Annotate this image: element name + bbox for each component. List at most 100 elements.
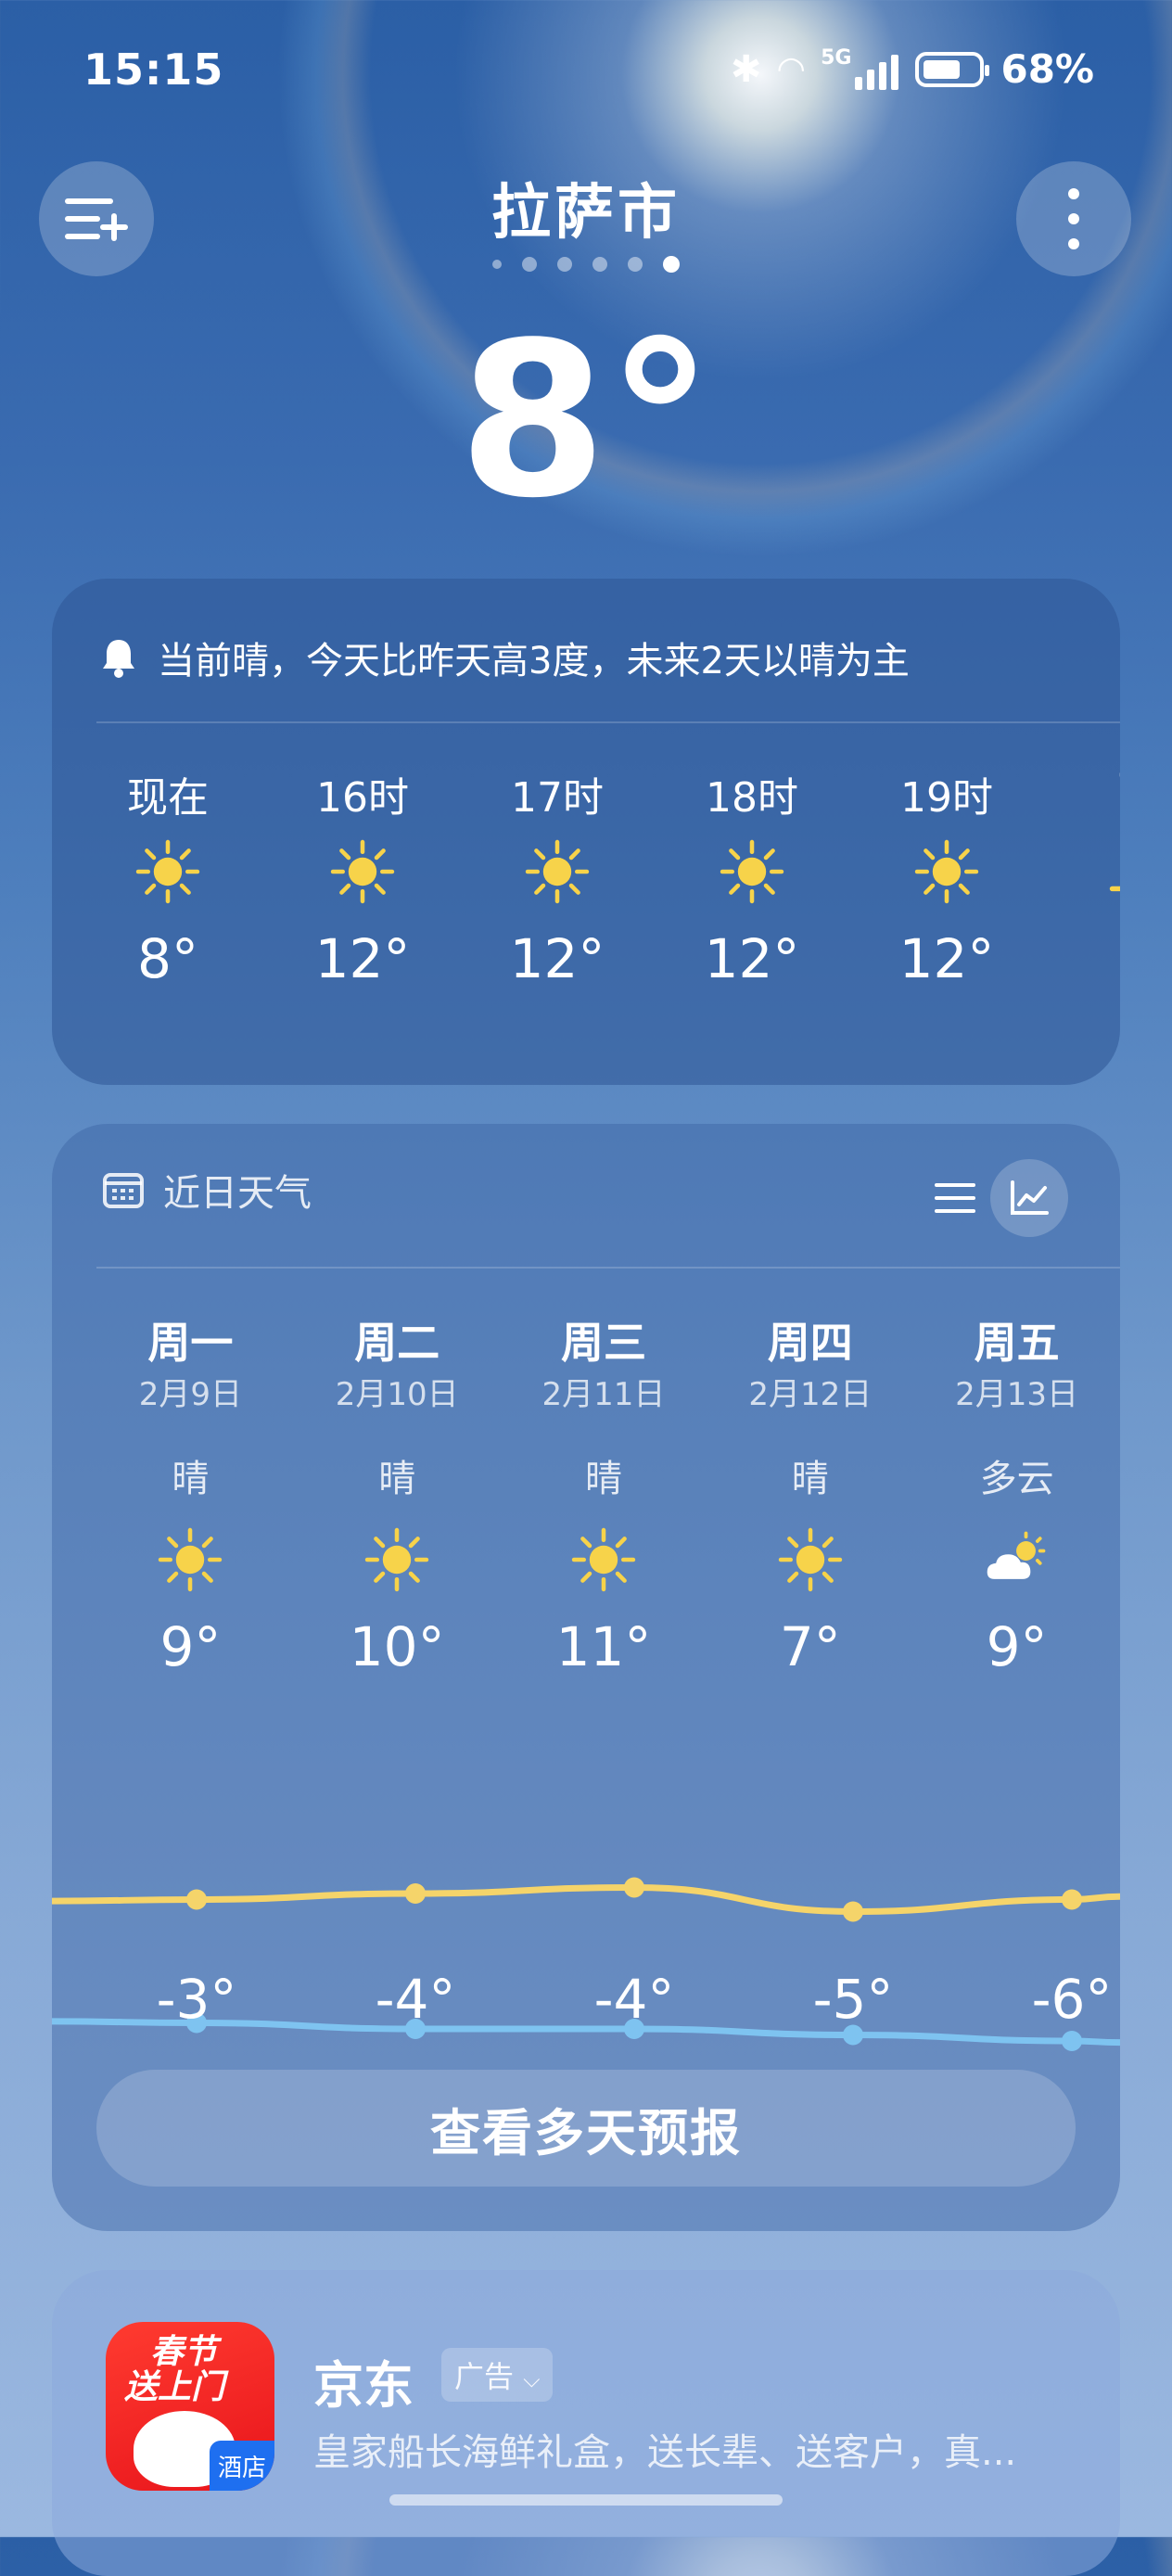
page-dot-active[interactable] xyxy=(663,256,680,273)
hour-label: 18时 xyxy=(706,774,798,822)
day-item[interactable]: 周二 2月10日 晴 10° xyxy=(294,1309,501,1678)
hourly-list[interactable]: 现在 8°16时 12°17时 12°18时 12°19时 12°19 日 xyxy=(70,764,1120,1005)
sun-icon xyxy=(849,816,1044,927)
day-date: 2月13日 xyxy=(955,1376,1079,1413)
day-low-temp: -5° xyxy=(812,1968,894,2031)
sun-icon xyxy=(707,1504,913,1615)
battery-percent: 68% xyxy=(1000,46,1094,92)
sun-icon xyxy=(265,816,460,927)
battery-fill xyxy=(924,59,960,79)
more-forecast-button[interactable]: 查看多天预报 xyxy=(96,2070,1076,2187)
hour-temp: 12° xyxy=(704,927,800,990)
high-temp-point xyxy=(843,1901,863,1922)
city-name: 拉萨市 xyxy=(491,179,681,248)
current-temperature: 8° xyxy=(458,298,714,545)
bluetooth-icon: ✱ xyxy=(730,47,762,91)
day-high-temp: 9° xyxy=(986,1615,1048,1678)
day-high-temp: 11° xyxy=(555,1615,652,1678)
day-name: 周四 xyxy=(767,1318,853,1368)
day-date: 2月9日 xyxy=(138,1376,243,1413)
high-temp-point xyxy=(624,1877,644,1898)
page-dot[interactable] xyxy=(628,257,643,272)
day-name: 周一 xyxy=(147,1318,234,1368)
day-condition: 晴 xyxy=(584,1458,622,1500)
logo-text: 送上门 xyxy=(124,2367,225,2406)
calendar-icon xyxy=(103,1173,144,1208)
ad-tag-label: 广告 xyxy=(454,2359,515,2394)
hour-temp: 8° xyxy=(137,927,198,990)
day-item[interactable]: 周五 2月13日 多云 9° xyxy=(913,1309,1120,1678)
network-type: 5G xyxy=(821,46,852,70)
day-high-temp: 9° xyxy=(159,1615,222,1678)
hourly-item: 19时 12° xyxy=(849,764,1044,1005)
hourly-forecast-card[interactable]: 当前晴，今天比昨天高3度，未来2天以晴为主 现在 8° 16时 12° 17时 12… xyxy=(52,579,1120,1085)
low-temps: -3° -4° -4° -5° -6° xyxy=(87,1968,1120,2031)
high-temp-point xyxy=(405,1883,426,1904)
sun-icon xyxy=(87,1504,294,1615)
day-date: 2月10日 xyxy=(335,1376,459,1413)
hour-temp: 日 xyxy=(1044,927,1120,1005)
divider xyxy=(96,1267,1120,1269)
day-low-temp: -6° xyxy=(1031,1968,1113,2031)
logo-text: 春节 xyxy=(150,2333,218,2371)
hour-temp: 12° xyxy=(898,927,995,990)
ad-tag[interactable]: 广告 ⌵ xyxy=(441,2348,554,2402)
chevron-down-icon: ⌵ xyxy=(523,2366,541,2392)
hourly-item: 17时 12° xyxy=(460,764,655,1005)
hourly-item: 现在 8° xyxy=(70,764,265,1005)
daily-list[interactable]: 周一 2月9日 晴 9° 周二 2月10日 晴 10° 周三 2月11日 晴 11°… xyxy=(52,1309,1120,1678)
page-dot[interactable] xyxy=(557,257,572,272)
daily-forecast-card[interactable]: 近日天气 周一 2月9日 晴 9° 周二 2月10日 晴 10° 周三 2月11日 … xyxy=(52,1124,1120,2231)
sun-icon xyxy=(655,816,849,927)
page-indicator[interactable] xyxy=(0,256,1172,273)
hour-label: 现在 xyxy=(127,774,209,822)
day-name: 周五 xyxy=(974,1318,1060,1368)
chart-view-button[interactable] xyxy=(990,1159,1068,1237)
high-temp-point xyxy=(1062,1889,1082,1910)
notice-text: 当前晴，今天比昨天高3度，未来2天以晴为主 xyxy=(158,640,910,682)
day-name: 周二 xyxy=(354,1318,440,1368)
sun-icon xyxy=(70,816,265,927)
home-indicator[interactable] xyxy=(389,2494,783,2506)
ad-card[interactable]: 春节 送上门 酒店 京东 广告 ⌵ 皇家船长海鲜礼盒，送长辈、送客户，真... xyxy=(52,2270,1120,2576)
day-high-temp: 10° xyxy=(349,1615,445,1678)
hour-label: 17时 xyxy=(511,774,604,822)
partly-cloudy-icon xyxy=(913,1504,1120,1615)
sunset-icon xyxy=(1044,816,1120,927)
daily-title: 近日天气 xyxy=(163,1172,312,1215)
day-low-temp: -4° xyxy=(593,1968,675,2031)
day-date: 2月12日 xyxy=(748,1376,873,1413)
page-dot[interactable] xyxy=(492,260,502,269)
ad-description[interactable]: 皇家船长海鲜礼盒，送长辈、送客户，真... xyxy=(313,2422,1074,2476)
ad-title[interactable]: 京东 xyxy=(313,2344,414,2417)
hour-temp: 12° xyxy=(314,927,411,990)
page-dot[interactable] xyxy=(522,257,537,272)
day-low-temp: -3° xyxy=(156,1968,237,2031)
day-low-temp: -4° xyxy=(375,1968,456,2031)
wifi-icon: ◠ xyxy=(778,50,805,88)
hourly-item: 16时 12° xyxy=(265,764,460,1005)
hourly-item: 19 日 xyxy=(1044,764,1120,1005)
sun-icon xyxy=(501,1504,707,1615)
list-view-button[interactable] xyxy=(916,1159,994,1237)
day-item[interactable]: 周一 2月9日 晴 9° xyxy=(87,1309,294,1678)
low-temp-point xyxy=(1062,2031,1082,2051)
day-condition: 晴 xyxy=(791,1458,829,1500)
hour-temp: 12° xyxy=(509,927,605,990)
status-icons: ✱ ◠ 5G 68% xyxy=(731,46,1094,92)
jd-app-logo[interactable]: 春节 送上门 酒店 xyxy=(106,2322,274,2491)
day-item[interactable]: 周四 2月12日 晴 7° xyxy=(707,1309,913,1678)
sun-icon xyxy=(460,816,655,927)
high-temp-point xyxy=(186,1889,207,1910)
hotel-badge: 酒店 xyxy=(210,2441,274,2491)
day-date: 2月11日 xyxy=(541,1376,666,1413)
day-condition: 晴 xyxy=(378,1458,416,1500)
day-condition: 晴 xyxy=(172,1458,210,1500)
list-icon xyxy=(935,1183,975,1213)
divider xyxy=(96,721,1120,723)
bell-icon xyxy=(103,640,134,678)
status-time: 15:15 xyxy=(83,45,224,95)
day-item[interactable]: 周三 2月11日 晴 11° xyxy=(501,1309,707,1678)
day-name: 周三 xyxy=(560,1318,646,1368)
page-dot[interactable] xyxy=(592,257,607,272)
